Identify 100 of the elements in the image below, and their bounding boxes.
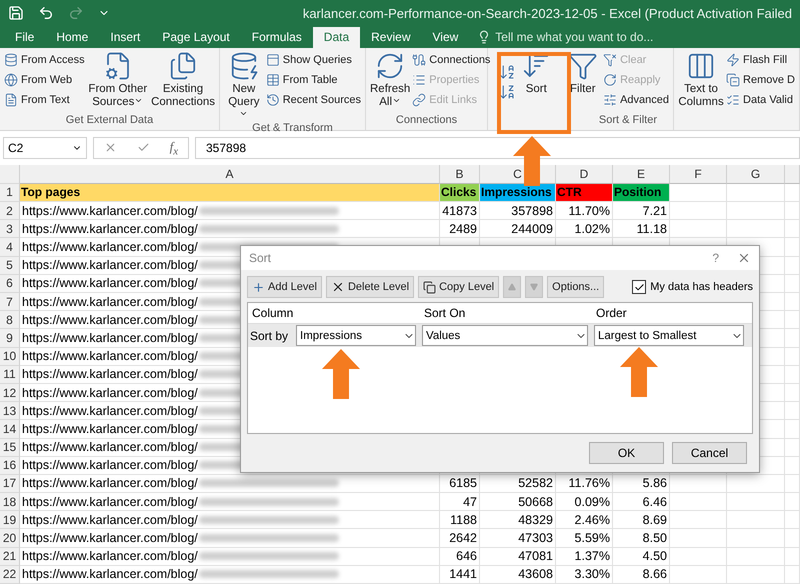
- ribbon-button[interactable]: From Text: [4, 90, 85, 109]
- url-text: https://www.karlancer.com/blog/: [22, 440, 198, 454]
- dropdown[interactable]: Largest to Smallest: [594, 325, 744, 346]
- ribbon-tab[interactable]: Home: [45, 26, 100, 48]
- row-header[interactable]: 19: [0, 511, 20, 530]
- column-header[interactable]: A: [20, 164, 440, 184]
- ribbon-button[interactable]: From Access: [4, 50, 85, 69]
- ribbon-button[interactable]: Remove D: [726, 70, 795, 89]
- ribbon-tab[interactable]: File: [4, 26, 46, 48]
- ribbon-button[interactable]: From Other Sources: [86, 50, 150, 114]
- row-header[interactable]: 15: [0, 438, 20, 457]
- table-cell: 41873: [440, 202, 480, 220]
- header-cell: CTR: [556, 184, 613, 202]
- ribbon-tab[interactable]: Review: [360, 26, 422, 48]
- ribbon-button[interactable]: From Table: [266, 70, 361, 89]
- dropdown[interactable]: Values: [422, 325, 588, 346]
- url-text: https://www.karlancer.com/blog/: [22, 567, 198, 582]
- table-cell: 52582: [480, 474, 556, 494]
- column-header[interactable]: B: [440, 164, 480, 184]
- column-header[interactable]: F: [670, 164, 727, 184]
- ribbon-button[interactable]: Refresh All: [370, 50, 410, 114]
- column-header[interactable]: G: [727, 164, 785, 184]
- annotation-arrow: [322, 349, 360, 399]
- ribbon-tab[interactable]: View: [422, 26, 470, 48]
- ribbon-button[interactable]: New Query: [224, 50, 264, 122]
- row-header[interactable]: 12: [0, 384, 20, 402]
- checkbox[interactable]: [632, 280, 646, 294]
- sort-z-a-icon[interactable]: [498, 83, 516, 102]
- row-header[interactable]: 11: [0, 366, 20, 384]
- ribbon-button[interactable]: Filter: [564, 50, 602, 114]
- ribbon-button[interactable]: Advanced: [603, 90, 669, 109]
- row-header[interactable]: 21: [0, 548, 20, 566]
- dialog-button[interactable]: OK: [589, 442, 664, 464]
- table-cell: 6.46: [613, 493, 670, 512]
- ribbon-button[interactable]: Flash Fill: [726, 50, 795, 69]
- column-header[interactable]: E: [613, 164, 670, 184]
- row-header[interactable]: 8: [0, 311, 20, 330]
- row-header[interactable]: 13: [0, 402, 20, 420]
- row-header[interactable]: 3: [0, 220, 20, 238]
- undo-icon[interactable]: [38, 5, 54, 22]
- row-header[interactable]: 14: [0, 420, 20, 438]
- row-header[interactable]: 4: [0, 238, 20, 257]
- table-cell: 11.70%: [556, 202, 613, 220]
- row-header[interactable]: 22: [0, 566, 20, 584]
- ribbon-button[interactable]: Show Queries: [266, 50, 361, 69]
- ribbon-button[interactable]: Connections: [412, 50, 490, 69]
- row-header[interactable]: 20: [0, 529, 20, 548]
- table-cell: 50668: [480, 493, 556, 512]
- ribbon-button[interactable]: Sort: [518, 50, 555, 114]
- toolbar-button[interactable]: Delete Level: [326, 276, 414, 298]
- toolbar-button[interactable]: Options...: [547, 276, 604, 298]
- row-header[interactable]: 2: [0, 202, 20, 220]
- annotation-arrow: [620, 347, 658, 397]
- table-icon: [266, 72, 280, 87]
- move-up-icon: [508, 283, 516, 292]
- url-text: https://www.karlancer.com/blog/: [22, 222, 198, 236]
- sort-a-z-icon[interactable]: [498, 63, 516, 82]
- ribbon-tab[interactable]: Formulas: [240, 26, 313, 48]
- insert-function-button[interactable]: f$_{x}$: [170, 138, 178, 158]
- table-cell: 8.69: [613, 511, 670, 530]
- link-icon: [412, 92, 426, 107]
- cable-icon: [412, 52, 426, 67]
- ribbon-tab[interactable]: Page Layout: [151, 26, 241, 48]
- ribbon-tab[interactable]: Insert: [99, 26, 152, 48]
- toolbar-button[interactable]: Copy Level: [418, 276, 500, 298]
- window-title: karlancer.com-Performance-on-Search-2023-12-05 - Excel (Product Activation Failed: [302, 6, 792, 21]
- row-header[interactable]: 6: [0, 274, 20, 293]
- name-box[interactable]: C2: [3, 136, 87, 159]
- toolbar-button[interactable]: Add Level: [247, 276, 322, 298]
- url-text: https://www.karlancer.com/blog/: [22, 204, 198, 218]
- row-header[interactable]: 10: [0, 348, 20, 366]
- list-heading: Column: [252, 306, 294, 320]
- ribbon-button[interactable]: Text to Columns: [678, 50, 724, 114]
- ribbon-button[interactable]: Data Valid: [726, 90, 795, 109]
- table-cell: 48329: [480, 511, 556, 530]
- table-cell: 4.50: [613, 548, 670, 566]
- help-button[interactable]: ?: [712, 251, 719, 266]
- url-text: https://www.karlancer.com/blog/: [22, 549, 198, 564]
- row-header[interactable]: 5: [0, 256, 20, 275]
- tell-me-field[interactable]: Tell me what you want to do...: [495, 30, 654, 44]
- save-icon[interactable]: [8, 5, 24, 22]
- formula-field[interactable]: 357898: [195, 136, 800, 159]
- ribbon-button[interactable]: From Web: [4, 70, 85, 89]
- table-cell: 2.46%: [556, 511, 613, 530]
- dropdown[interactable]: Impressions: [296, 325, 416, 346]
- row-header[interactable]: 18: [0, 493, 20, 512]
- ribbon-button[interactable]: Recent Sources: [266, 90, 361, 109]
- ribbon-button[interactable]: Existing Connections: [151, 50, 215, 114]
- cancel-icon[interactable]: [104, 141, 117, 154]
- column-header[interactable]: D: [556, 164, 613, 184]
- url-text: https://www.karlancer.com/blog/: [22, 312, 198, 327]
- row-header[interactable]: 9: [0, 329, 20, 348]
- row-header[interactable]: 17: [0, 474, 20, 494]
- row-header[interactable]: 16: [0, 456, 20, 475]
- list-heading: Sort On: [424, 306, 466, 320]
- dialog-button[interactable]: Cancel: [672, 442, 747, 464]
- row-header[interactable]: 7: [0, 293, 20, 312]
- ribbon-tab[interactable]: Data: [312, 26, 360, 48]
- url-text: https://www.karlancer.com/blog/: [22, 512, 198, 527]
- row-header[interactable]: 1: [0, 184, 20, 202]
